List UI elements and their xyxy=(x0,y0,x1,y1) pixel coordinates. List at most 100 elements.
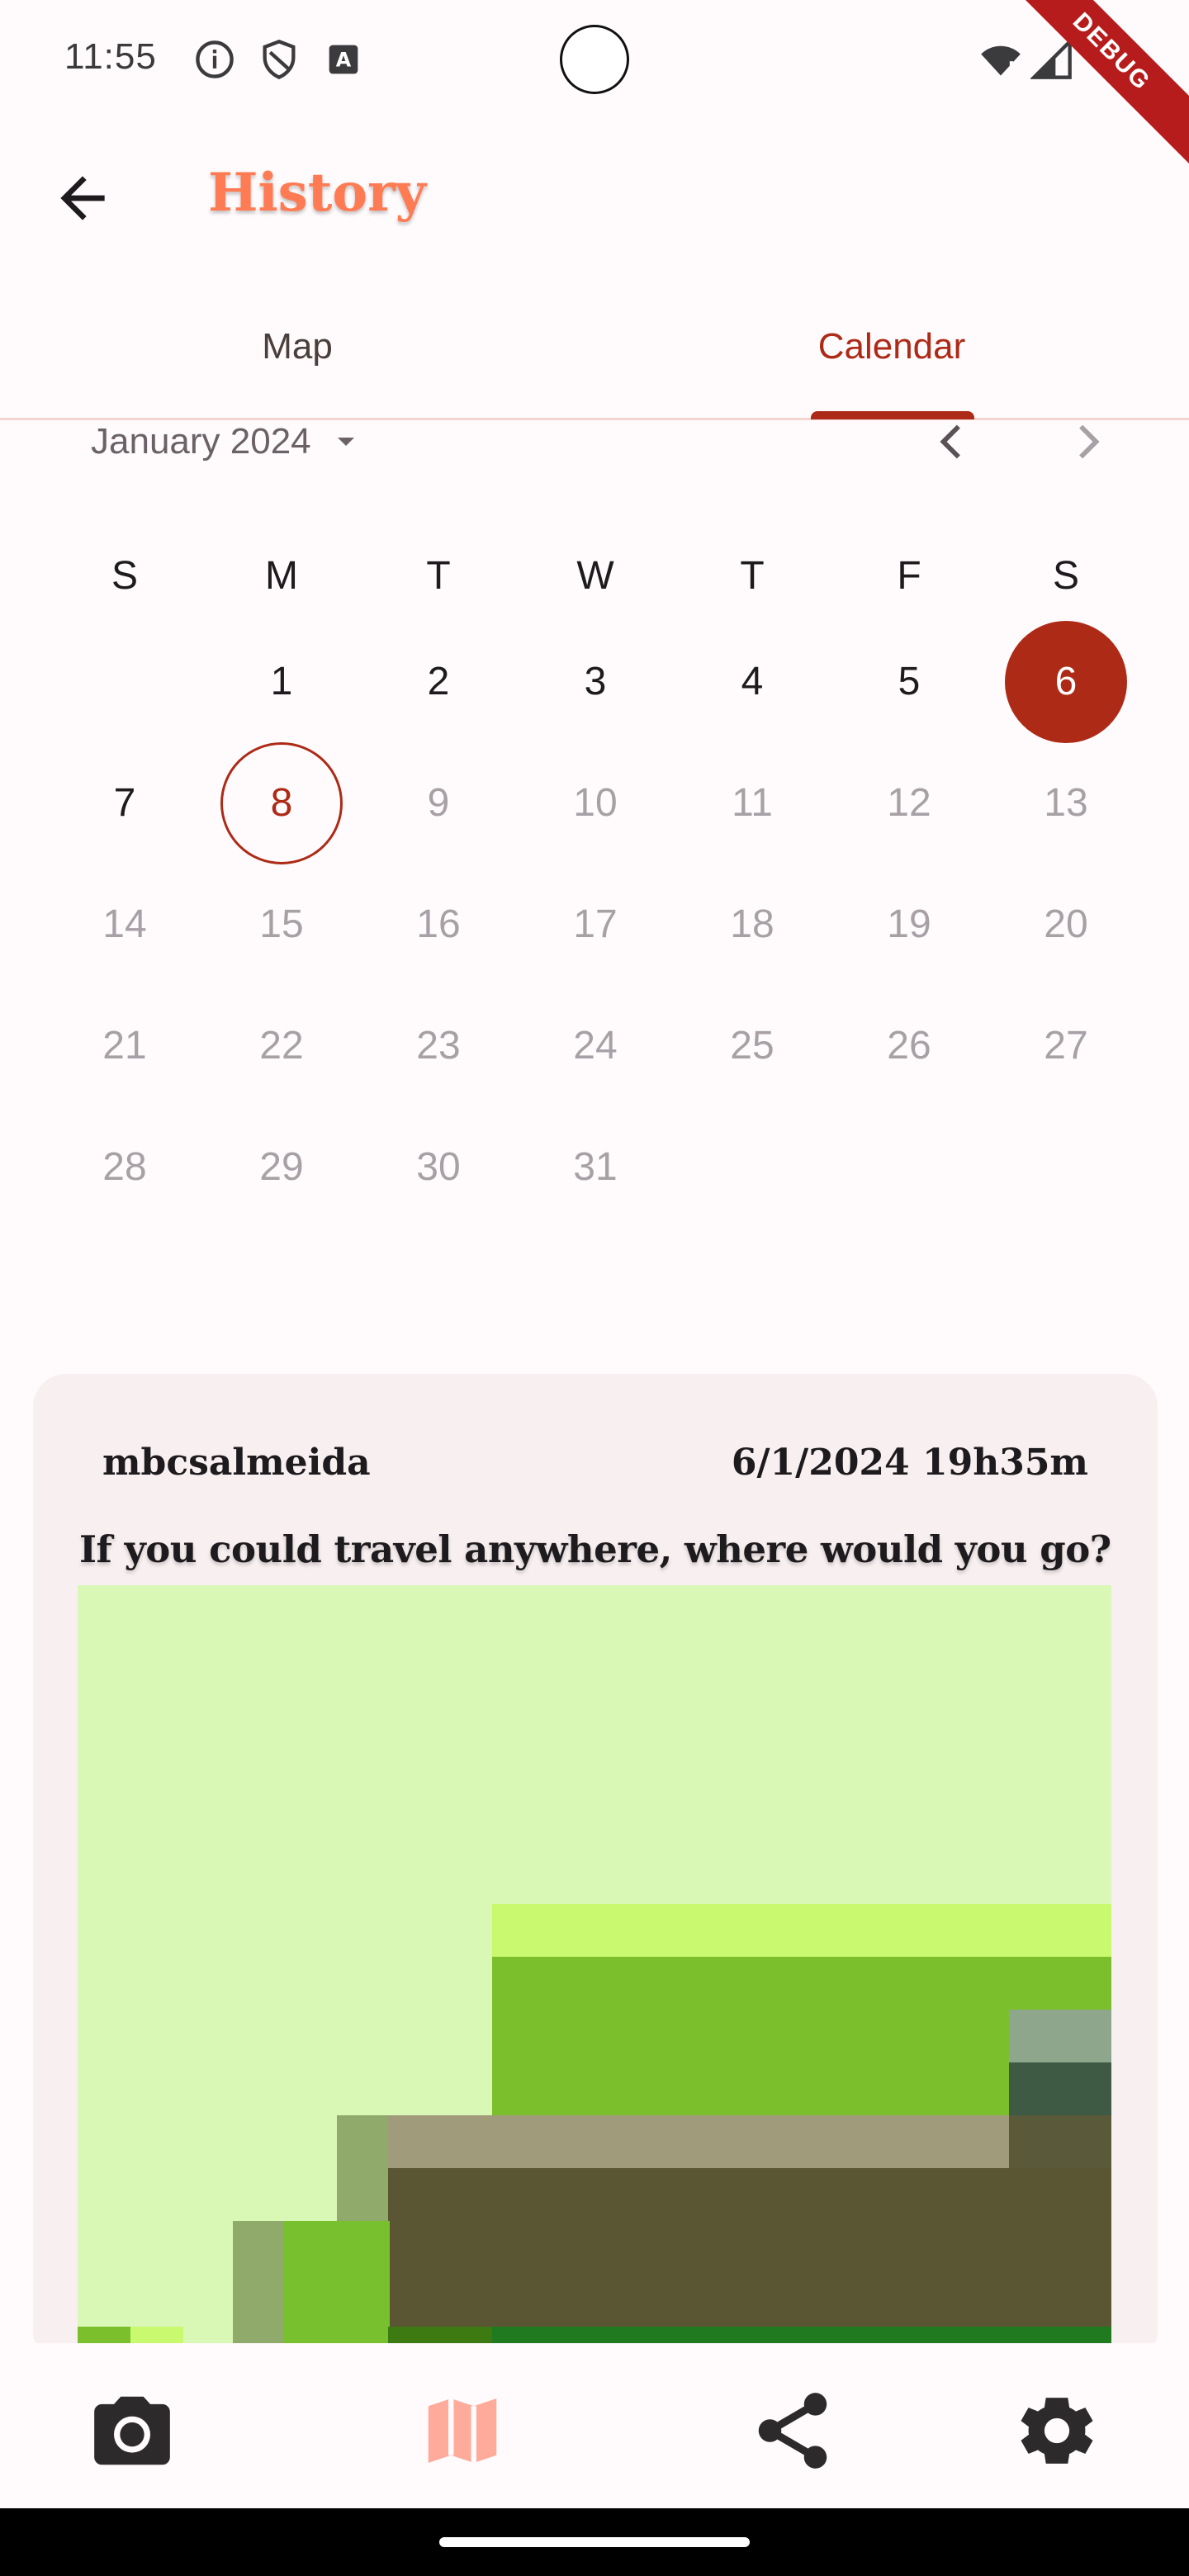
calendar-day-label: 18 xyxy=(730,902,775,946)
calendar-day-label: 14 xyxy=(102,902,147,946)
weekday-header: S M T W T F S xyxy=(0,530,1189,621)
status-time: 11:55 xyxy=(64,36,157,77)
calendar-day-24: 24 xyxy=(517,985,674,1106)
nav-camera[interactable] xyxy=(83,2381,182,2480)
calendar-day-label: 23 xyxy=(416,1024,461,1068)
calendar-day-18: 18 xyxy=(674,864,831,985)
calendar-day-label: 5 xyxy=(898,660,921,703)
nav-settings[interactable] xyxy=(1007,2381,1106,2480)
calendar-day-label: 31 xyxy=(573,1145,618,1189)
month-selector[interactable]: January 2024 xyxy=(91,413,362,471)
calendar-day-4[interactable]: 4 xyxy=(674,621,831,742)
calendar-week: 14 15 16 17 18 19 20 xyxy=(0,864,1189,985)
map-icon xyxy=(428,2398,497,2463)
calendar-day-3[interactable]: 3 xyxy=(517,621,674,742)
calendar-day-label: 15 xyxy=(259,902,304,946)
weekday-label: S xyxy=(1052,553,1079,598)
camera-icon xyxy=(94,2396,170,2465)
calendar-day-label: 1 xyxy=(270,660,293,703)
calendar-day-label: 10 xyxy=(573,781,618,825)
home-gesture-pill[interactable] xyxy=(439,2537,750,2547)
weekday-label: T xyxy=(426,553,451,598)
calendar-day-21: 21 xyxy=(46,985,203,1106)
calendar-day-label: 12 xyxy=(887,781,931,825)
calendar-day-14: 14 xyxy=(46,864,203,985)
calendar-day-label: 8 xyxy=(220,741,343,864)
calendar-day-2[interactable]: 2 xyxy=(360,621,517,742)
camera-cutout xyxy=(560,25,629,94)
calendar-day-label: 27 xyxy=(1044,1024,1088,1068)
calendar-day-6[interactable]: 6 xyxy=(988,620,1144,743)
tab-map[interactable]: Map xyxy=(0,322,594,413)
calendar-day-20: 20 xyxy=(988,864,1144,985)
wifi-icon xyxy=(981,45,1021,76)
entry-username: mbcsalmeida xyxy=(102,1442,371,1484)
entry-card[interactable]: mbcsalmeida 6/1/2024 19h35m If you could… xyxy=(33,1374,1158,2365)
calendar-day-25: 25 xyxy=(674,985,831,1106)
weekday-label: T xyxy=(740,553,765,598)
share-icon xyxy=(758,2393,827,2469)
signal-icon xyxy=(1030,38,1072,79)
calendar-week: 7 8 9 10 11 12 13 xyxy=(0,741,1189,864)
calendar-day-label: 20 xyxy=(1044,902,1088,946)
entry-datetime: 6/1/2024 19h35m xyxy=(731,1442,1088,1484)
calendar-day-5[interactable]: 5 xyxy=(831,621,988,742)
info-icon xyxy=(196,40,234,78)
entry-prompt: If you could travel anywhere, where woul… xyxy=(79,1527,1111,1571)
calendar-day-label: 17 xyxy=(573,902,618,946)
calendar-day-10: 10 xyxy=(517,742,674,864)
weekday-label: W xyxy=(576,553,614,598)
calendar-day-8[interactable]: 8 xyxy=(203,741,360,864)
calendar-day-16: 16 xyxy=(360,864,517,985)
calendar-empty-cell xyxy=(674,1106,831,1228)
keyboard-a-icon: A xyxy=(329,45,358,74)
settings-icon xyxy=(1021,2398,1093,2464)
calendar-day-label: 9 xyxy=(427,781,450,825)
shield-icon xyxy=(263,40,296,80)
calendar-day-17: 17 xyxy=(517,864,674,985)
calendar-day-26: 26 xyxy=(831,985,988,1106)
dropdown-arrow-icon xyxy=(337,438,354,446)
page-title: History xyxy=(208,162,426,224)
calendar-day-22: 22 xyxy=(203,985,360,1106)
month-label: January 2024 xyxy=(91,421,311,462)
calendar-grid: S M T W T F S 1 2 3 4 5 6 7 8 9 10 11 12 13 14 15 16 17 1… xyxy=(0,530,1189,1228)
calendar-day-label: 25 xyxy=(730,1024,775,1068)
calendar-day-label: 6 xyxy=(1005,620,1127,743)
svg-text:A: A xyxy=(336,49,352,72)
calendar-day-9: 9 xyxy=(360,742,517,864)
calendar-day-label: 19 xyxy=(887,902,931,946)
calendar-day-1[interactable]: 1 xyxy=(203,621,360,742)
calendar-day-label: 26 xyxy=(887,1024,931,1068)
calendar-day-label: 11 xyxy=(732,781,773,825)
chevron-left-icon[interactable] xyxy=(923,413,981,471)
calendar-empty-cell xyxy=(46,621,203,742)
bottom-nav xyxy=(0,2343,1189,2508)
nav-share[interactable] xyxy=(743,2381,842,2480)
calendar-week: 28 29 30 31 xyxy=(0,1106,1189,1228)
calendar-day-23: 23 xyxy=(360,985,517,1106)
tab-calendar[interactable]: Calendar xyxy=(594,322,1189,413)
calendar-day-label: 21 xyxy=(102,1024,147,1068)
calendar-day-12: 12 xyxy=(831,742,988,864)
calendar-day-label: 16 xyxy=(416,902,461,946)
calendar-day-label: 30 xyxy=(416,1145,461,1189)
calendar-day-label: 7 xyxy=(113,781,136,825)
calendar-day-label: 22 xyxy=(259,1024,304,1068)
calendar-day-label: 29 xyxy=(259,1145,304,1189)
calendar-day-27: 27 xyxy=(988,985,1144,1106)
calendar-day-label: 2 xyxy=(427,660,450,703)
calendar-day-label: 24 xyxy=(573,1024,618,1068)
nav-map[interactable] xyxy=(413,2381,512,2480)
weekday-label: S xyxy=(111,553,138,598)
calendar-day-19: 19 xyxy=(831,864,988,985)
entry-photo[interactable] xyxy=(78,1585,1111,2365)
calendar-day-30: 30 xyxy=(360,1106,517,1228)
arrow-back-icon[interactable] xyxy=(50,165,116,231)
chevron-right-icon[interactable] xyxy=(1059,413,1116,471)
calendar-day-label: 4 xyxy=(741,660,764,703)
calendar-day-13: 13 xyxy=(988,742,1144,864)
calendar-empty-cell xyxy=(831,1106,988,1228)
calendar-day-7[interactable]: 7 xyxy=(46,742,203,864)
weekday-label: F xyxy=(897,553,921,598)
